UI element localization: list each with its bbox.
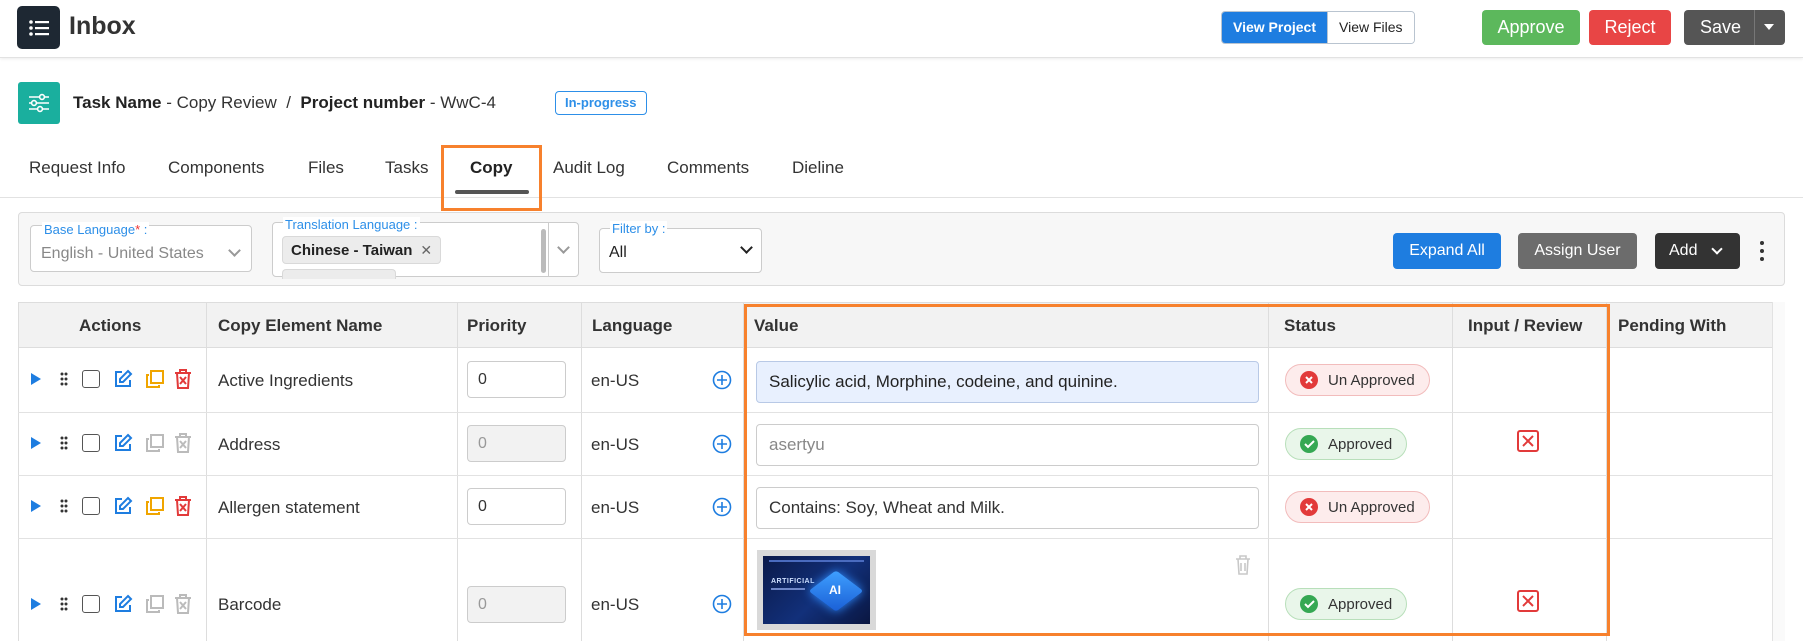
sliders-icon xyxy=(18,82,60,124)
status-badge: In-progress xyxy=(555,91,647,115)
copy-element-name: Barcode xyxy=(218,595,282,614)
delete-icon[interactable] xyxy=(174,369,192,389)
priority-input[interactable]: 0 xyxy=(467,361,566,398)
copy-element-name: Allergen statement xyxy=(218,498,360,517)
view-project-button[interactable]: View Project xyxy=(1222,12,1328,43)
tab-audit-log[interactable]: Audit Log xyxy=(553,158,625,178)
drag-handle-icon[interactable] xyxy=(60,372,68,386)
chevron-down-icon xyxy=(1711,243,1723,255)
scrollbar[interactable] xyxy=(541,229,546,273)
add-label: Add xyxy=(1669,242,1698,259)
table-scrollbar[interactable] xyxy=(1772,302,1785,641)
base-language-label: Base Language* : xyxy=(42,222,150,237)
language-code: en-US xyxy=(591,435,640,454)
copy-icon xyxy=(145,594,165,614)
close-icon[interactable]: ✕ xyxy=(420,242,432,258)
copy-element-name: Active Ingredients xyxy=(218,371,354,390)
priority-input: 0 xyxy=(467,425,566,462)
page-title: Inbox xyxy=(69,12,136,40)
row-checkbox[interactable] xyxy=(82,434,100,452)
approve-button[interactable]: Approve xyxy=(1482,10,1580,45)
drag-handle-icon[interactable] xyxy=(60,597,68,611)
copy-icon xyxy=(145,433,165,453)
project-number-label: Project number xyxy=(300,93,426,112)
expand-row-icon[interactable] xyxy=(30,597,42,611)
select-divider xyxy=(548,222,549,277)
top-bar: Inbox View Project View Files Approve Re… xyxy=(0,0,1803,58)
priority-input: 0 xyxy=(467,586,566,623)
tab-components[interactable]: Components xyxy=(168,158,264,178)
column-divider xyxy=(206,302,207,641)
project-number: WwC-4 xyxy=(440,93,496,112)
add-button[interactable]: Add xyxy=(1655,233,1740,269)
row-checkbox[interactable] xyxy=(82,595,100,613)
more-options-icon[interactable] xyxy=(1760,241,1764,261)
delete-icon xyxy=(174,433,192,453)
copy-icon[interactable] xyxy=(145,496,165,516)
tab-dieline[interactable]: Dieline xyxy=(792,158,844,178)
language-chip-partial xyxy=(282,269,396,279)
column-header-language[interactable]: Language xyxy=(592,316,672,336)
tab-files[interactable]: Files xyxy=(308,158,344,178)
view-files-button[interactable]: View Files xyxy=(1327,12,1414,43)
filter-by-value: All xyxy=(609,244,627,261)
expand-all-button[interactable]: Expand All xyxy=(1393,233,1501,269)
save-divider xyxy=(1754,10,1755,45)
column-divider xyxy=(581,302,582,641)
value-status-highlight xyxy=(744,304,1610,636)
priority-input[interactable]: 0 xyxy=(467,488,566,525)
row-checkbox[interactable] xyxy=(82,497,100,515)
edit-icon[interactable] xyxy=(113,594,133,614)
delete-icon xyxy=(174,594,192,614)
expand-row-icon[interactable] xyxy=(30,372,42,386)
tab-bar: Request Info Components Files Tasks Copy… xyxy=(0,146,1803,198)
column-header-priority[interactable]: Priority xyxy=(467,316,527,336)
column-header-pending-with[interactable]: Pending With xyxy=(1618,316,1726,336)
expand-row-icon[interactable] xyxy=(30,436,42,450)
add-translation-icon[interactable] xyxy=(712,434,732,454)
row-checkbox[interactable] xyxy=(82,370,100,388)
edit-icon[interactable] xyxy=(113,496,133,516)
task-separator: / xyxy=(286,93,291,112)
column-header-copy-element-name[interactable]: Copy Element Name xyxy=(218,316,382,336)
task-info: Task Name - Copy Review / Project number… xyxy=(73,93,496,112)
reject-button[interactable]: Reject xyxy=(1589,10,1671,45)
drag-handle-icon[interactable] xyxy=(60,436,68,450)
language-chip: Chinese - Taiwan ✕ xyxy=(282,236,442,264)
edit-icon[interactable] xyxy=(113,369,133,389)
view-toggle: View Project View Files xyxy=(1221,11,1415,44)
chevron-down-icon[interactable] xyxy=(1764,24,1774,30)
tab-tasks[interactable]: Tasks xyxy=(385,158,428,178)
delete-icon[interactable] xyxy=(174,496,192,516)
copy-icon[interactable] xyxy=(145,369,165,389)
menu-icon[interactable] xyxy=(17,6,60,49)
save-button[interactable]: Save xyxy=(1684,10,1785,45)
copy-tab-highlight xyxy=(441,145,542,211)
drag-handle-icon[interactable] xyxy=(60,499,68,513)
expand-row-icon[interactable] xyxy=(30,499,42,513)
language-code: en-US xyxy=(591,371,640,390)
base-language-value: English - United States xyxy=(41,245,204,262)
task-name: Copy Review xyxy=(176,93,277,112)
tab-comments[interactable]: Comments xyxy=(667,158,749,178)
table-border-left xyxy=(18,302,19,641)
edit-icon[interactable] xyxy=(113,433,133,453)
language-code: en-US xyxy=(591,498,640,517)
assign-user-button[interactable]: Assign User xyxy=(1518,233,1637,269)
add-translation-icon[interactable] xyxy=(712,497,732,517)
column-header-actions: Actions xyxy=(79,316,142,335)
tab-request-info[interactable]: Request Info xyxy=(29,158,125,178)
add-translation-icon[interactable] xyxy=(712,370,732,390)
add-translation-icon[interactable] xyxy=(712,594,732,614)
copy-element-name: Address xyxy=(218,435,281,454)
translation-language-label: Translation Language : xyxy=(283,217,420,232)
save-label: Save xyxy=(1700,17,1742,37)
filter-by-label: Filter by : xyxy=(610,221,668,236)
language-code: en-US xyxy=(591,595,640,614)
column-divider xyxy=(457,302,458,641)
task-name-label: Task Name xyxy=(73,93,162,112)
